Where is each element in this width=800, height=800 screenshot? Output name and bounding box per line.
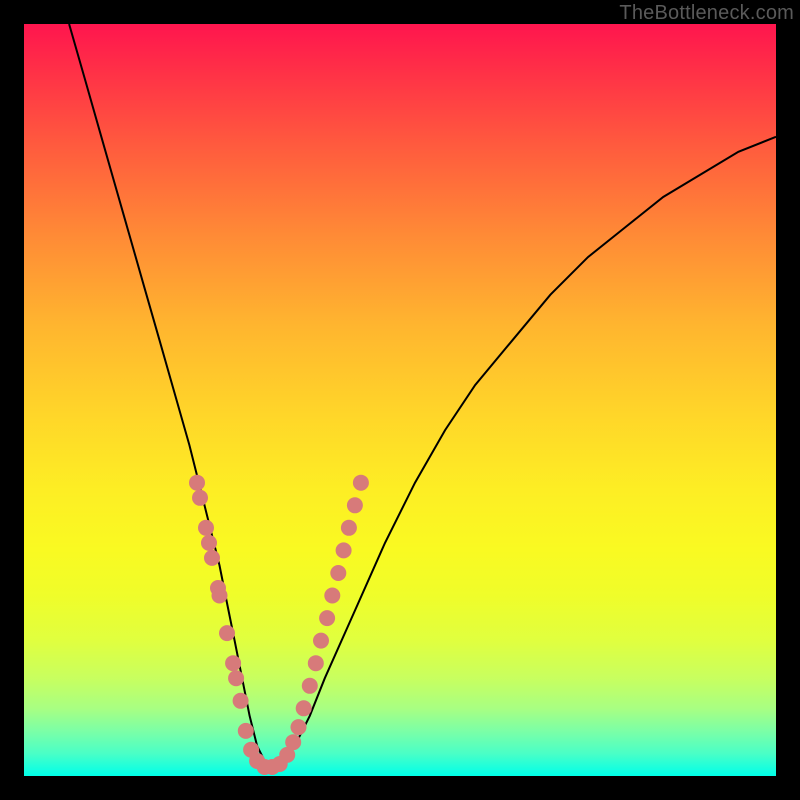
data-point — [219, 625, 235, 641]
data-point — [341, 520, 357, 536]
data-point — [291, 719, 307, 735]
data-point — [228, 670, 244, 686]
bottleneck-curve — [69, 24, 776, 769]
data-point — [198, 520, 214, 536]
data-point — [189, 475, 205, 491]
data-point — [238, 723, 254, 739]
data-point — [347, 497, 363, 513]
chart-svg — [24, 24, 776, 776]
data-point — [204, 550, 220, 566]
data-point — [336, 542, 352, 558]
data-point — [302, 678, 318, 694]
right-data-cluster — [279, 475, 369, 763]
watermark-text: TheBottleneck.com — [619, 2, 794, 25]
data-point — [308, 655, 324, 671]
data-point — [192, 490, 208, 506]
data-point — [324, 588, 340, 604]
data-point — [212, 588, 228, 604]
data-point — [225, 655, 241, 671]
chart-frame — [24, 24, 776, 776]
data-point — [285, 734, 301, 750]
data-point — [353, 475, 369, 491]
data-point — [233, 693, 249, 709]
left-data-cluster — [189, 475, 288, 775]
data-point — [313, 633, 329, 649]
data-point — [296, 700, 312, 716]
data-point — [319, 610, 335, 626]
data-point — [201, 535, 217, 551]
data-point — [330, 565, 346, 581]
